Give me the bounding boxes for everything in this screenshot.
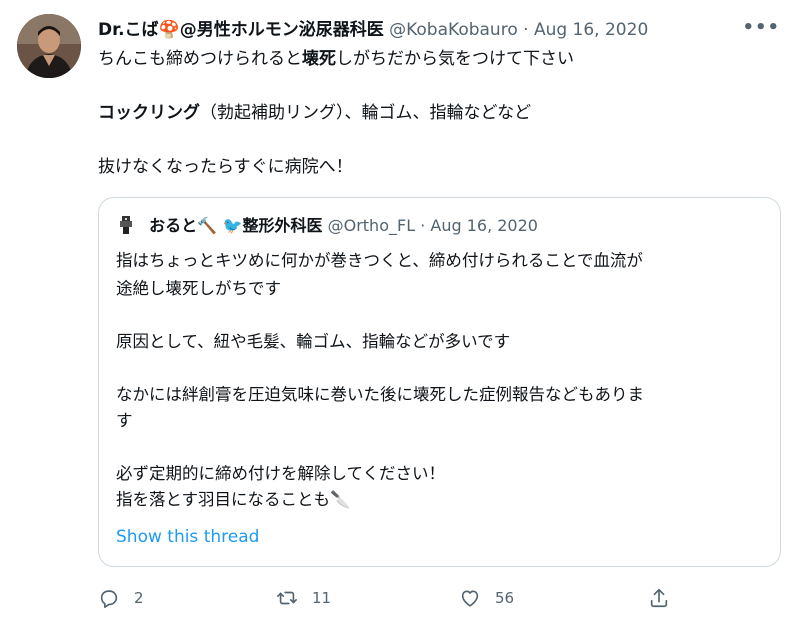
retweet-count: 11 <box>312 589 332 607</box>
quoted-line-5: す <box>116 411 133 430</box>
tweet-line-1: ちんこも締めつけられると壊死しがちだから気をつけて下さい <box>98 47 574 71</box>
quoted-line-7: 指を落とす羽目になることも🔪 <box>116 490 351 509</box>
quoted-separator-dot: · <box>420 216 426 235</box>
quoted-author-handle[interactable]: @Ortho_FL <box>328 216 416 235</box>
quoted-author-name[interactable]: おると🔨 🐦整形外科医 <box>149 216 322 235</box>
reply-button[interactable]: 2 <box>98 583 144 613</box>
tweet-line-1-bold: 壊死 <box>302 49 336 69</box>
more-options-icon[interactable]: ••• <box>742 17 780 39</box>
quoted-author-avatar-icon <box>120 216 132 234</box>
tweet-line-1-post: しがちだから気をつけて下さい <box>336 49 574 69</box>
tweet-date[interactable]: Aug 16, 2020 <box>534 20 648 40</box>
avatar-image <box>17 14 81 78</box>
tweet-line-3: 抜けなくなったらすぐに病院へ！ <box>98 157 353 177</box>
heart-icon <box>461 590 479 607</box>
quoted-tweet-header: おると🔨 🐦整形外科医 @Ortho_FL · Aug 16, 2020 <box>116 214 538 238</box>
author-handle[interactable]: @KobaKobauro <box>389 20 518 40</box>
author-avatar[interactable] <box>17 14 81 78</box>
tweet-line-1-pre: ちんこも締めつけられると <box>98 49 302 69</box>
reply-icon <box>100 590 118 608</box>
show-thread-link[interactable]: Show this thread <box>116 525 259 549</box>
quoted-line-1: 指はちょっとキツめに何かが巻きつくと、締め付けられることで血流が <box>116 251 643 270</box>
quoted-tweet[interactable]: おると🔨 🐦整形外科医 @Ortho_FL · Aug 16, 2020 指はち… <box>98 197 781 567</box>
tweet-line-2-bold: コックリング <box>98 103 200 123</box>
retweet-button[interactable]: 11 <box>276 583 331 613</box>
author-name[interactable]: Dr.こば🍄@男性ホルモン泌尿器科医 <box>98 20 384 40</box>
quoted-line-2: 途絶し壊死しがちです <box>116 279 281 298</box>
tweet[interactable]: Dr.こば🍄@男性ホルモン泌尿器科医 @KobaKobauro · Aug 16… <box>0 0 808 631</box>
share-icon <box>650 588 668 608</box>
reply-count: 2 <box>134 589 144 607</box>
quoted-line-3: 原因として、紐や毛髪、輪ゴム、指輪などが多いです <box>116 332 511 351</box>
separator-dot: · <box>523 20 529 40</box>
tweet-actions: 2 11 56 <box>98 583 698 613</box>
retweet-icon <box>277 591 297 605</box>
tweet-header: Dr.こば🍄@男性ホルモン泌尿器科医 @KobaKobauro · Aug 16… <box>98 17 788 43</box>
quoted-tweet-date[interactable]: Aug 16, 2020 <box>430 216 538 235</box>
like-count: 56 <box>495 589 515 607</box>
tweet-line-2-post: （勃起補助リング）、輪ゴム、指輪などなど <box>200 103 532 123</box>
share-button[interactable] <box>648 583 670 613</box>
like-button[interactable]: 56 <box>459 583 514 613</box>
quoted-line-6: 必ず定期的に締め付けを解除してください！ <box>116 464 446 483</box>
quoted-line-4: なかには絆創膏を圧迫気味に巻いた後に壊死した症例報告などもありま <box>116 385 644 404</box>
tweet-line-2: コックリング（勃起補助リング）、輪ゴム、指輪などなど <box>98 101 531 125</box>
